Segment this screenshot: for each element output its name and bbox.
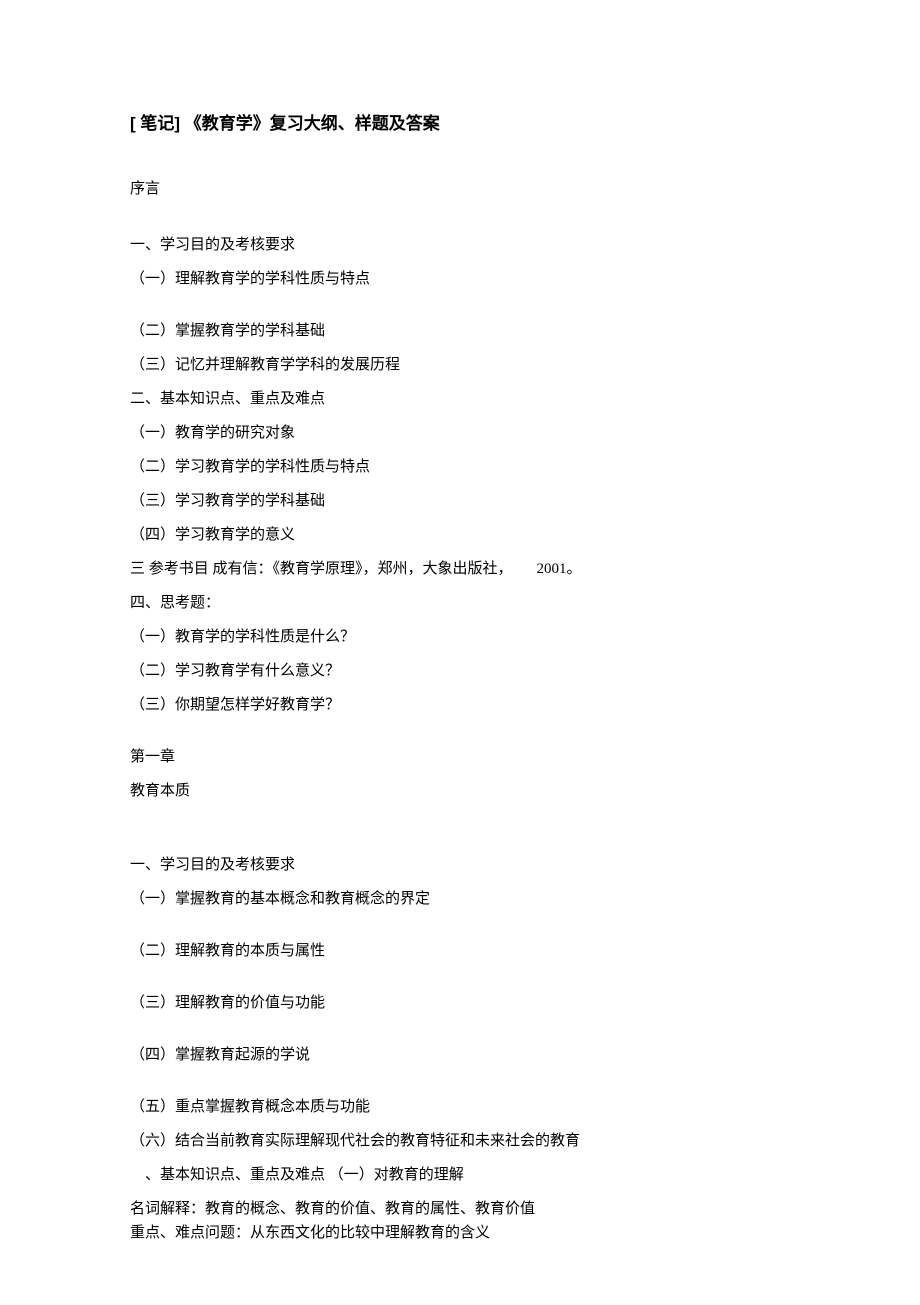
- preface-section1-item: （二）掌握教育学的学科基础: [130, 319, 790, 343]
- reference-text: 三 参考书目 成有信：《教育学原理》，郑州，大象出版社，: [130, 561, 513, 577]
- preface-section4-item: （三）你期望怎样学好教育学？: [130, 693, 790, 717]
- preface-section2-item: （二）学习教育学的学科性质与特点: [130, 455, 790, 479]
- preface-section4-heading: 四、思考题：: [130, 591, 790, 615]
- chapter1-subheading: 教育本质: [130, 779, 790, 803]
- reference-year: 2001。: [537, 561, 582, 577]
- chapter1-tail-line: 、基本知识点、重点及难点 （一）对教育的理解: [130, 1163, 790, 1187]
- chapter1-section1-item: （二）理解教育的本质与属性: [130, 939, 790, 963]
- preface-section3-reference: 三 参考书目 成有信：《教育学原理》，郑州，大象出版社， 2001。: [130, 557, 790, 581]
- preface-section1-heading: 一、学习目的及考核要求: [130, 233, 790, 257]
- chapter1-section1-item: （五）重点掌握教育概念本质与功能: [130, 1095, 790, 1119]
- chapter1-section1-item: （四）掌握教育起源的学说: [130, 1043, 790, 1067]
- preface-section2-item: （一）教育学的研究对象: [130, 421, 790, 445]
- preface-heading: 序言: [130, 177, 790, 201]
- chapter1-section1-item: （三）理解教育的价值与功能: [130, 991, 790, 1015]
- chapter1-tail-line: 重点、难点问题：从东西文化的比较中理解教育的含义: [130, 1221, 790, 1245]
- preface-section2-heading: 二、基本知识点、重点及难点: [130, 387, 790, 411]
- chapter1-section1-item: （一）掌握教育的基本概念和教育概念的界定: [130, 887, 790, 911]
- chapter1-heading: 第一章: [130, 745, 790, 769]
- preface-section2-item: （四）学习教育学的意义: [130, 523, 790, 547]
- preface-section4-item: （二）学习教育学有什么意义？: [130, 659, 790, 683]
- preface-section4-item: （一）教育学的学科性质是什么？: [130, 625, 790, 649]
- document-title: [ 笔记] 《教育学》复习大纲、样题及答案: [130, 110, 790, 137]
- chapter1-tail-line: 名词解释：教育的概念、教育的价值、教育的属性、教育价值: [130, 1197, 790, 1221]
- preface-section1-item: （一）理解教育学的学科性质与特点: [130, 267, 790, 291]
- chapter1-section1-item: （六）结合当前教育实际理解现代社会的教育特征和未来社会的教育: [130, 1129, 790, 1153]
- chapter1-section1-heading: 一、学习目的及考核要求: [130, 853, 790, 877]
- preface-section2-item: （三）学习教育学的学科基础: [130, 489, 790, 513]
- preface-section1-item: （三）记忆并理解教育学学科的发展历程: [130, 353, 790, 377]
